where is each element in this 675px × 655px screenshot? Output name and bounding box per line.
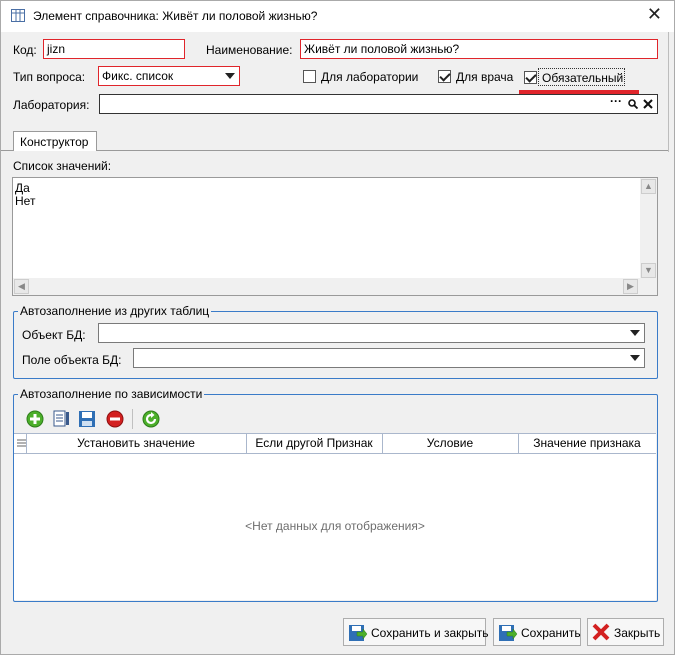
- close-icon: [592, 623, 610, 641]
- code-label: Код:: [13, 43, 37, 57]
- for-laboratory-checkbox[interactable]: [303, 70, 316, 83]
- db-object-label: Объект БД:: [22, 328, 86, 342]
- scroll-down-icon[interactable]: ▼: [641, 263, 656, 278]
- save-exit-icon: [349, 625, 368, 641]
- save-label: Сохранить: [521, 626, 581, 640]
- db-field-select[interactable]: [133, 348, 645, 368]
- clear-icon[interactable]: [643, 99, 653, 109]
- required-label: Обязательный: [542, 71, 624, 85]
- window-title: Элемент справочника: Живёт ли половой жи…: [33, 9, 318, 23]
- name-label: Наименование:: [206, 43, 293, 57]
- scroll-up-icon[interactable]: ▲: [641, 179, 656, 194]
- values-list-label: Список значений:: [13, 159, 112, 173]
- panel-edge: [668, 32, 669, 152]
- toolbar-separator: [132, 409, 133, 429]
- close-button[interactable]: Закрыть: [587, 618, 664, 646]
- dialog-window: Элемент справочника: Живёт ли половой жи…: [0, 0, 675, 655]
- autofill-tables-title: Автозаполнение из других таблиц: [18, 304, 212, 318]
- question-type-value: Фикс. список: [102, 69, 174, 83]
- horizontal-scrollbar[interactable]: ◀ ▶: [13, 278, 640, 295]
- laboratory-label: Лаборатория:: [13, 98, 90, 112]
- grid-body[interactable]: <Нет данных для отображения>: [14, 454, 656, 600]
- ellipsis-button[interactable]: ···: [610, 94, 622, 108]
- save-icon: [499, 625, 518, 641]
- db-object-select[interactable]: [98, 323, 645, 343]
- for-doctor-checkbox[interactable]: [438, 70, 451, 83]
- vertical-scrollbar[interactable]: ▲ ▼: [640, 178, 657, 279]
- close-label: Закрыть: [614, 626, 661, 640]
- laboratory-field[interactable]: [99, 94, 658, 114]
- for-doctor-label: Для врача: [456, 70, 514, 84]
- add-icon[interactable]: [25, 409, 45, 429]
- title-bar: Элемент справочника: Живёт ли половой жи…: [1, 1, 674, 32]
- scroll-right-icon[interactable]: ▶: [623, 279, 638, 294]
- column-header[interactable]: Если другой Признак: [246, 436, 382, 450]
- save-and-close-label: Сохранить и закрыть: [371, 626, 489, 640]
- scroll-left-icon[interactable]: ◀: [14, 279, 29, 294]
- tab-strip-line: [1, 150, 668, 151]
- close-icon[interactable]: ✕: [647, 4, 662, 25]
- scroll-corner: [640, 278, 657, 295]
- question-type-select[interactable]: Фикс. список: [98, 66, 240, 86]
- list-item: Нет: [15, 194, 36, 208]
- question-type-label: Тип вопроса:: [13, 70, 86, 84]
- chevron-down-icon[interactable]: [630, 355, 640, 361]
- save-icon[interactable]: [77, 409, 97, 429]
- required-checkbox[interactable]: [524, 71, 537, 84]
- column-header[interactable]: Установить значение: [26, 436, 246, 450]
- table-icon: [11, 9, 25, 22]
- tab-constructor[interactable]: Конструктор: [13, 131, 97, 151]
- column-header[interactable]: Условие: [382, 436, 518, 450]
- grid-header: Установить значение Если другой Признак …: [14, 433, 656, 454]
- delete-icon[interactable]: [105, 409, 125, 429]
- values-memo[interactable]: Да Нет ▲ ▼ ◀ ▶: [12, 177, 658, 296]
- refresh-icon[interactable]: [141, 409, 161, 429]
- column-header[interactable]: Значение признака: [518, 436, 656, 450]
- name-field[interactable]: Живёт ли половой жизнью?: [300, 39, 658, 59]
- save-and-close-button[interactable]: Сохранить и закрыть: [343, 618, 489, 646]
- db-field-label: Поле объекта БД:: [22, 353, 122, 367]
- empty-grid-message: <Нет данных для отображения>: [245, 519, 425, 533]
- for-laboratory-label: Для лаборатории: [321, 70, 419, 84]
- save-button[interactable]: Сохранить: [493, 618, 581, 646]
- autofill-dependency-title: Автозаполнение по зависимости: [18, 387, 205, 401]
- chevron-down-icon[interactable]: [630, 330, 640, 336]
- chevron-down-icon[interactable]: [225, 73, 235, 79]
- autofill-tables-group: [13, 311, 658, 379]
- edit-icon[interactable]: [51, 409, 71, 429]
- column-chooser-icon[interactable]: [17, 439, 26, 448]
- search-icon[interactable]: [628, 99, 638, 109]
- code-field[interactable]: jizn: [43, 39, 185, 59]
